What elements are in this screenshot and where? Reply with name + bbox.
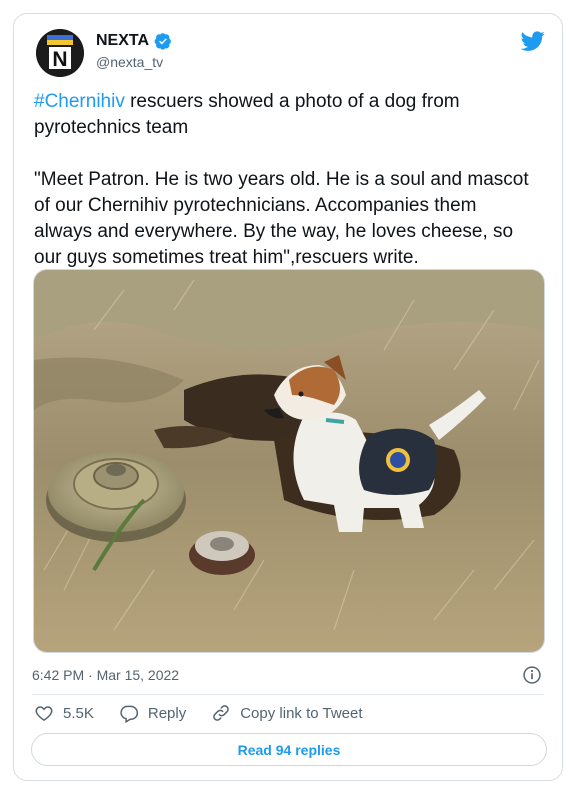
tweet-card: N NEXTA @nexta_tv #Chernihiv rescuers sh… [13, 13, 563, 781]
reply-label: Reply [147, 704, 187, 722]
copy-link-button[interactable]: Copy link to Tweet [211, 703, 363, 723]
tweet-quote: "Meet Patron. He is two years old. He is… [34, 169, 534, 268]
like-button[interactable]: 5.5K [34, 703, 94, 723]
like-count: 5.5K [63, 704, 94, 722]
info-icon[interactable] [522, 665, 542, 685]
display-name[interactable]: NEXTA [96, 32, 149, 50]
link-icon [213, 705, 230, 721]
tweet-timestamp[interactable]: 6:42 PM · Mar 15, 2022 [32, 667, 179, 683]
user-handle[interactable]: @nexta_tv [96, 54, 163, 70]
reply-icon [120, 705, 138, 723]
avatar-letter: N [52, 48, 67, 71]
verified-badge-icon [154, 33, 171, 50]
tweet-actions: 5.5K Reply Copy link to Tweet [34, 703, 388, 723]
reply-button[interactable]: Reply [119, 703, 186, 723]
tweet-photo[interactable] [33, 269, 545, 653]
tweet-text: #Chernihiv rescuers showed a photo of a … [34, 89, 534, 271]
hashtag-link[interactable]: #Chernihiv [34, 91, 125, 112]
name-row: NEXTA [96, 32, 172, 50]
dog-photo-image [34, 270, 544, 652]
divider [32, 694, 544, 695]
avatar[interactable]: N [36, 29, 84, 77]
read-replies-button[interactable]: Read 94 replies [31, 733, 547, 766]
twitter-bird-icon[interactable] [520, 29, 546, 53]
nexta-logo-icon: N [36, 29, 84, 77]
heart-icon [35, 706, 53, 721]
copy-link-label: Copy link to Tweet [240, 704, 363, 722]
